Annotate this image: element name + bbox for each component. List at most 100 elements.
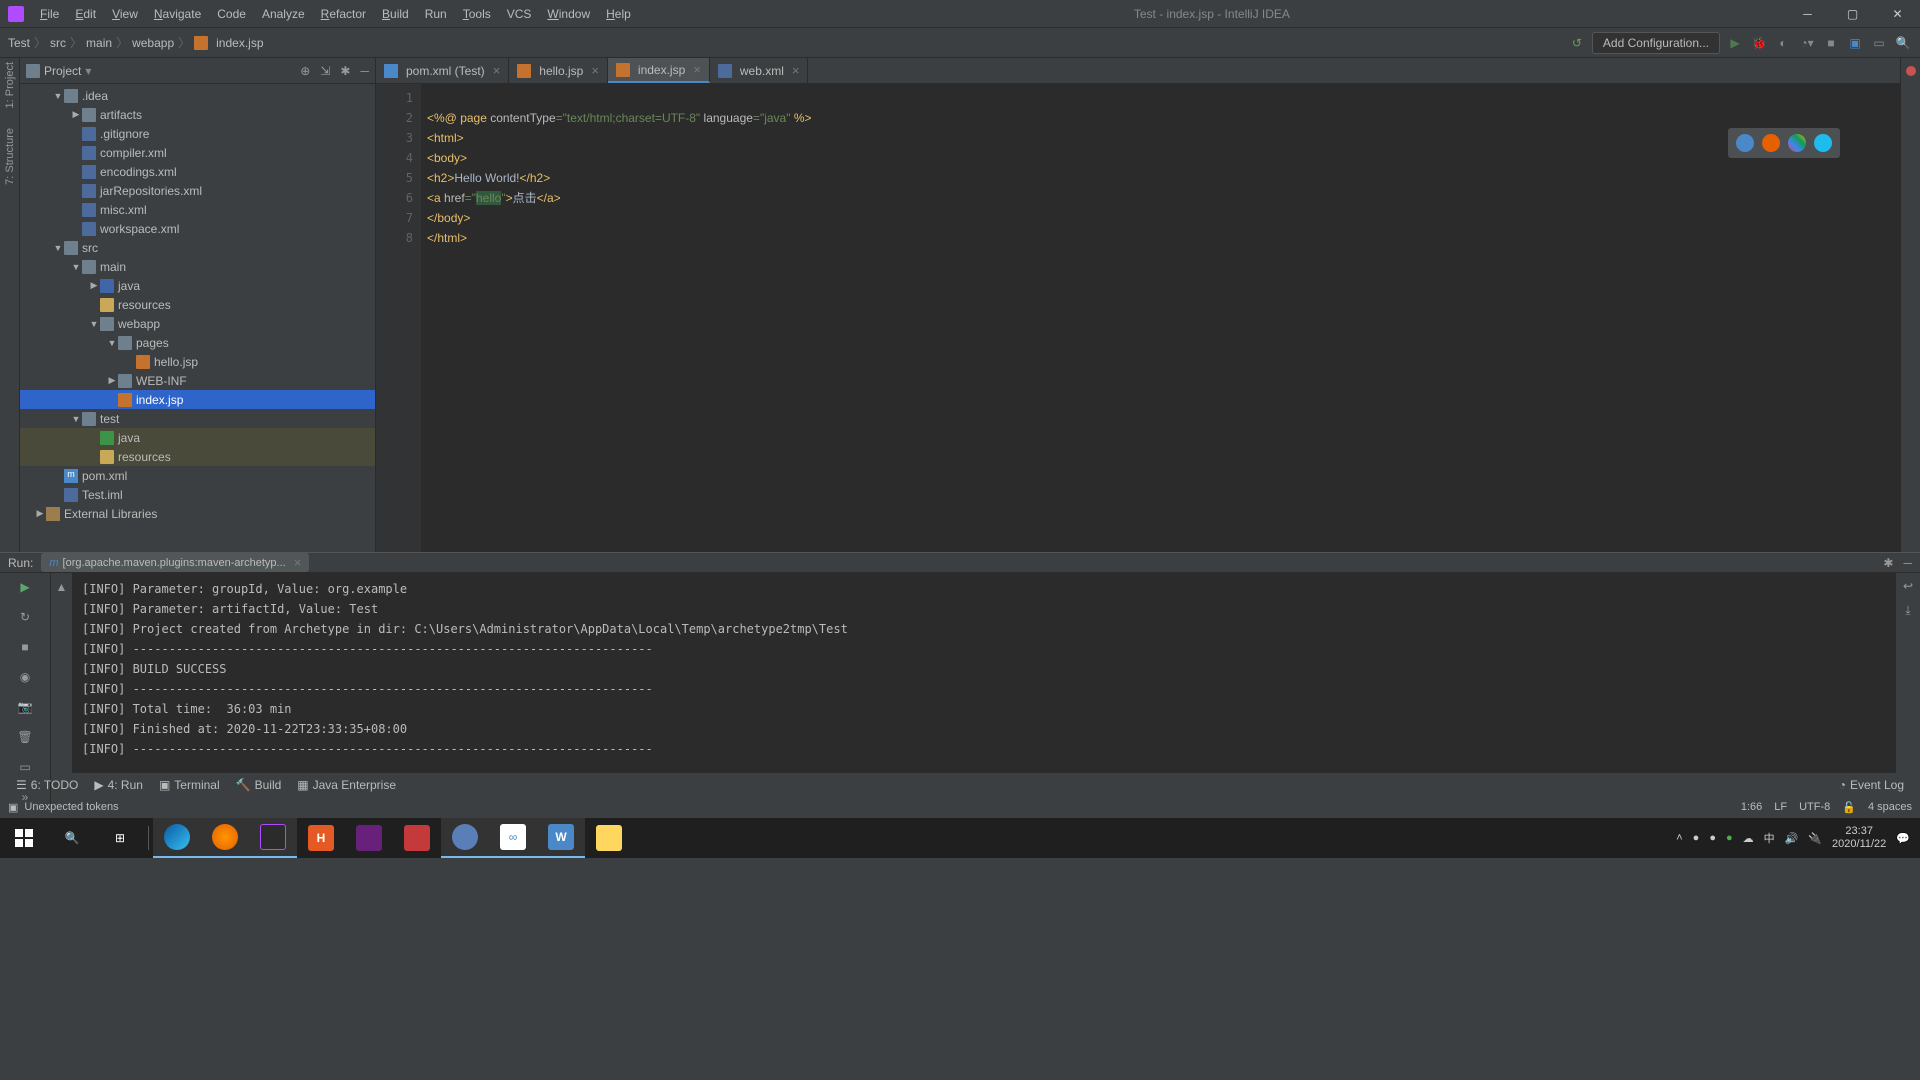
profile-icon[interactable]: ◔▾ [1798, 34, 1816, 52]
tree-test[interactable]: ▼test [20, 409, 375, 428]
menu-refactor[interactable]: Refactor [313, 3, 374, 25]
panel-title[interactable]: Project [44, 64, 81, 78]
cloud-icon[interactable]: ∞ [489, 818, 537, 858]
restart-icon[interactable]: ↻ [17, 609, 33, 625]
menu-help[interactable]: Help [598, 3, 639, 25]
tree-webapp[interactable]: ▼webapp [20, 314, 375, 333]
chrome-icon[interactable] [1788, 134, 1806, 152]
explorer-icon[interactable] [585, 818, 633, 858]
menu-view[interactable]: View [104, 3, 146, 25]
search-taskbar-icon[interactable]: 🔍 [48, 818, 96, 858]
locate-icon[interactable]: ⊕ [300, 64, 310, 78]
wps-icon[interactable]: W [537, 818, 585, 858]
show-icon[interactable]: ◉ [17, 669, 33, 685]
sb-build[interactable]: 🔨 Build [228, 778, 290, 792]
hide-icon[interactable]: ─ [360, 64, 369, 78]
run-icon[interactable]: ▶ [1726, 34, 1744, 52]
tree-tresources[interactable]: resources [20, 447, 375, 466]
firefox-icon[interactable] [1762, 134, 1780, 152]
indent-info[interactable]: 4 spaces [1868, 801, 1912, 814]
code-editor[interactable]: 12345678 <%@ page contentType="text/html… [376, 84, 1900, 552]
tray-power-icon[interactable]: 🔌 [1808, 832, 1822, 845]
hammer-icon[interactable]: ↺ [1568, 34, 1586, 52]
tray-onedrive-icon[interactable]: ☁ [1743, 832, 1754, 845]
taskview-icon[interactable]: ⊞ [96, 818, 144, 858]
tree-extlib[interactable]: ▶External Libraries [20, 504, 375, 523]
scroll-icon[interactable]: ⤓ [1905, 603, 1910, 618]
file-encoding[interactable]: UTF-8 [1799, 801, 1830, 814]
menu-file[interactable]: File [32, 3, 67, 25]
tab-pom[interactable]: pom.xml (Test)× [376, 58, 509, 83]
tree-webinf[interactable]: ▶WEB-INF [20, 371, 375, 390]
close-icon[interactable]: × [693, 62, 701, 77]
tree-index[interactable]: index.jsp [20, 390, 375, 409]
sb-eventlog[interactable]: ◔ Event Log [1831, 778, 1912, 792]
bc-test[interactable]: Test [8, 36, 30, 50]
menu-window[interactable]: Window [539, 3, 598, 25]
tree-jarrepos[interactable]: jarRepositories.xml [20, 181, 375, 200]
menu-code[interactable]: Code [209, 3, 254, 25]
tree-resources[interactable]: resources [20, 295, 375, 314]
intellij-taskbar-icon[interactable] [249, 818, 297, 858]
menu-navigate[interactable]: Navigate [146, 3, 209, 25]
tree-misc[interactable]: misc.xml [20, 200, 375, 219]
tree-idea[interactable]: ▼.idea [20, 86, 375, 105]
menu-edit[interactable]: Edit [67, 3, 104, 25]
tool-window-icon[interactable]: ▣ [8, 801, 18, 814]
stop-run-icon[interactable]: ■ [17, 639, 33, 655]
project-tree[interactable]: ▼.idea ▶artifacts .gitignore compiler.xm… [20, 84, 375, 552]
debug-icon[interactable]: 🐞 [1750, 34, 1768, 52]
tab-web[interactable]: web.xml× [710, 58, 809, 83]
coverage-icon[interactable]: ◐ [1774, 34, 1792, 52]
tree-compiler[interactable]: compiler.xml [20, 143, 375, 162]
tree-gitignore[interactable]: .gitignore [20, 124, 375, 143]
menu-tools[interactable]: Tools [455, 3, 499, 25]
edge-taskbar-icon[interactable] [153, 818, 201, 858]
tree-encodings[interactable]: encodings.xml [20, 162, 375, 181]
tree-testiml[interactable]: Test.iml [20, 485, 375, 504]
ie-icon[interactable] [1814, 134, 1832, 152]
tab-hello[interactable]: hello.jsp× [509, 58, 608, 83]
strip-project[interactable]: 1: Project [4, 62, 16, 108]
gear-icon[interactable]: ✱ [1883, 556, 1893, 570]
firefox-taskbar-icon[interactable] [201, 818, 249, 858]
tree-workspace[interactable]: workspace.xml [20, 219, 375, 238]
tree-artifacts[interactable]: ▶artifacts [20, 105, 375, 124]
tree-pages[interactable]: ▼pages [20, 333, 375, 352]
menu-run[interactable]: Run [417, 3, 455, 25]
layout-icon[interactable]: ▭ [17, 759, 33, 775]
tree-hello[interactable]: hello.jsp [20, 352, 375, 371]
cursor-position[interactable]: 1:66 [1741, 801, 1762, 814]
close-button[interactable]: ✕ [1875, 0, 1920, 28]
bc-main[interactable]: main [86, 36, 112, 50]
rerun-icon[interactable]: ▶ [17, 579, 33, 595]
tray-chevron-icon[interactable]: ˄ [1676, 832, 1682, 844]
stop-icon[interactable]: ■ [1822, 34, 1840, 52]
run-tab[interactable]: m[org.apache.maven.plugins:maven-archety… [41, 553, 309, 572]
settings-icon[interactable]: ✱ [340, 64, 350, 78]
lock-icon[interactable]: 🔓 [1842, 801, 1856, 814]
game-icon[interactable] [393, 818, 441, 858]
menu-build[interactable]: Build [374, 3, 417, 25]
close-icon[interactable]: × [591, 63, 599, 78]
search-icon[interactable]: 🔍 [1894, 34, 1912, 52]
tray-app2-icon[interactable]: ● [1709, 832, 1716, 844]
tree-java[interactable]: ▶java [20, 276, 375, 295]
minimize-button[interactable]: ─ [1785, 0, 1830, 28]
bc-webapp[interactable]: webapp [132, 36, 174, 50]
up-icon[interactable]: ▲ [54, 579, 70, 595]
edge-icon[interactable] [1736, 134, 1754, 152]
close-icon[interactable]: × [493, 63, 501, 78]
bc-file[interactable]: index.jsp [216, 36, 263, 50]
error-indicator-icon[interactable] [1906, 66, 1916, 76]
app-h-icon[interactable]: H [297, 818, 345, 858]
strip-structure[interactable]: 7: Structure [4, 128, 16, 185]
tree-src[interactable]: ▼src [20, 238, 375, 257]
menu-vcs[interactable]: VCS [499, 3, 540, 25]
sb-run[interactable]: ▶ 4: Run [86, 778, 151, 792]
tree-pom[interactable]: mpom.xml [20, 466, 375, 485]
tray-volume-icon[interactable]: 🔊 [1785, 832, 1799, 845]
taskbar-clock[interactable]: 23:37 2020/11/22 [1832, 825, 1886, 851]
start-button[interactable] [0, 818, 48, 858]
camera-icon[interactable]: 📷 [17, 699, 33, 715]
